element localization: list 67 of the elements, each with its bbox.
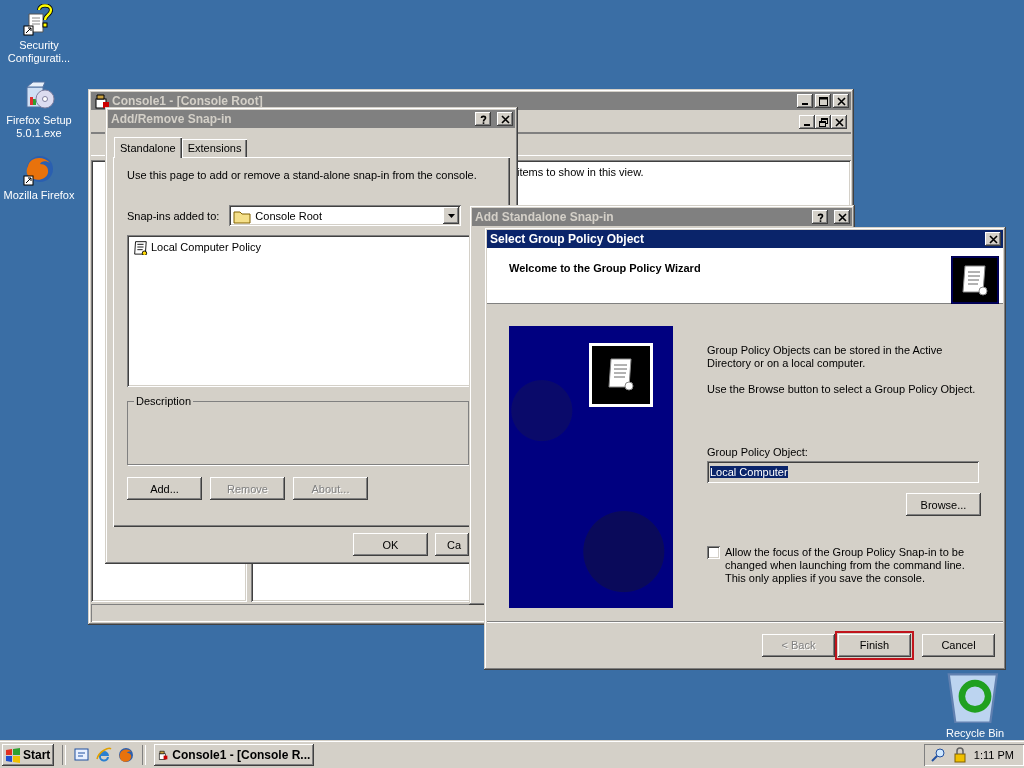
magnifier-icon[interactable] bbox=[929, 747, 946, 763]
help-icon bbox=[478, 114, 488, 124]
close-icon bbox=[836, 96, 846, 106]
desktop-icon-label[interactable]: Security Configurati... bbox=[1, 39, 77, 65]
paragraph: Group Policy Objects can be stored in the Active Directory or on a local computer. bbox=[707, 344, 944, 370]
firefox-icon[interactable] bbox=[23, 154, 55, 186]
close-button[interactable] bbox=[834, 210, 850, 224]
minimize-icon bbox=[804, 124, 810, 126]
desktop-icon-label[interactable]: Recycle Bin bbox=[937, 726, 1013, 740]
help-icon bbox=[815, 212, 825, 222]
button[interactable]: OK bbox=[353, 533, 428, 556]
maximize-button[interactable] bbox=[815, 94, 831, 108]
input-field[interactable]: Local Computer bbox=[707, 461, 979, 483]
checkbox-label: Allow the focus of the Group Policy Snap-in to be changed when launching from the command line. This only applies if you save the console. bbox=[725, 546, 966, 585]
tab[interactable]: Standalone bbox=[114, 137, 182, 158]
close-button[interactable] bbox=[985, 232, 1001, 246]
desktop-icon-label[interactable]: Mozilla Firefox bbox=[1, 189, 77, 202]
instruction-text: Use this page to add or remove a stand-alone snap-in from the console. bbox=[127, 169, 478, 181]
minimize-button[interactable] bbox=[799, 115, 815, 129]
close-icon bbox=[500, 114, 510, 124]
restore-icon bbox=[818, 117, 828, 127]
empty-list-message: items to show in this view. bbox=[517, 166, 644, 178]
button[interactable]: Finish bbox=[838, 633, 911, 657]
browse-button[interactable]: Browse... bbox=[906, 493, 981, 516]
close-button[interactable] bbox=[497, 112, 513, 126]
clock[interactable]: 1:11 PM bbox=[973, 749, 1014, 761]
help-button[interactable] bbox=[812, 210, 828, 224]
internet-explorer-icon[interactable] bbox=[96, 747, 113, 763]
scroll-icon bbox=[589, 343, 653, 407]
button[interactable]: Add... bbox=[127, 477, 202, 500]
windows-logo-icon bbox=[5, 747, 21, 763]
help-document-icon[interactable] bbox=[23, 4, 55, 36]
close-button[interactable] bbox=[833, 94, 849, 108]
help-button[interactable] bbox=[475, 112, 491, 126]
close-icon bbox=[837, 212, 847, 222]
checkbox[interactable] bbox=[707, 546, 720, 559]
button[interactable]: Ca bbox=[435, 533, 469, 556]
field-label: Group Policy Object: bbox=[707, 446, 809, 458]
restore-button[interactable] bbox=[815, 115, 831, 129]
close-icon bbox=[834, 117, 844, 127]
window-title: Console1 - [Console Root] bbox=[112, 94, 264, 108]
window-title: Add/Remove Snap-in bbox=[111, 112, 233, 126]
setup-box-icon[interactable] bbox=[23, 79, 55, 111]
minimize-icon bbox=[802, 103, 808, 105]
start-button[interactable]: Start bbox=[2, 744, 55, 766]
desktop-icon-label[interactable]: Firefox Setup 5.0.1.exe bbox=[1, 114, 77, 140]
lock-icon[interactable] bbox=[951, 747, 968, 763]
dropdown[interactable]: Console Root bbox=[229, 205, 462, 226]
dropdown-value: Console Root bbox=[255, 209, 323, 222]
group-label: Description bbox=[134, 395, 194, 407]
tab[interactable]: Extensions bbox=[181, 139, 248, 157]
close-button[interactable] bbox=[831, 115, 847, 129]
scroll-icon bbox=[132, 239, 148, 255]
wizard-heading: Welcome to the Group Policy Wizard bbox=[509, 262, 701, 276]
console-icon bbox=[94, 93, 110, 109]
button[interactable]: Cancel bbox=[922, 633, 995, 657]
dropdown-arrow-button[interactable] bbox=[443, 207, 460, 224]
window-title: Select Group Policy Object bbox=[490, 232, 646, 246]
caret-icon bbox=[447, 213, 455, 218]
close-icon bbox=[988, 234, 998, 244]
paragraph: Use the Browse button to select a Group Policy Object. bbox=[707, 383, 977, 396]
list-item[interactable]: Local Computer Policy bbox=[151, 241, 262, 253]
taskbar-button[interactable]: Console1 - [Console R... bbox=[154, 744, 315, 766]
maximize-icon bbox=[818, 96, 828, 106]
combo-label: Snap-ins added to: bbox=[127, 209, 220, 222]
minimize-button[interactable] bbox=[797, 94, 813, 108]
window-title: Add Standalone Snap-in bbox=[475, 210, 615, 224]
